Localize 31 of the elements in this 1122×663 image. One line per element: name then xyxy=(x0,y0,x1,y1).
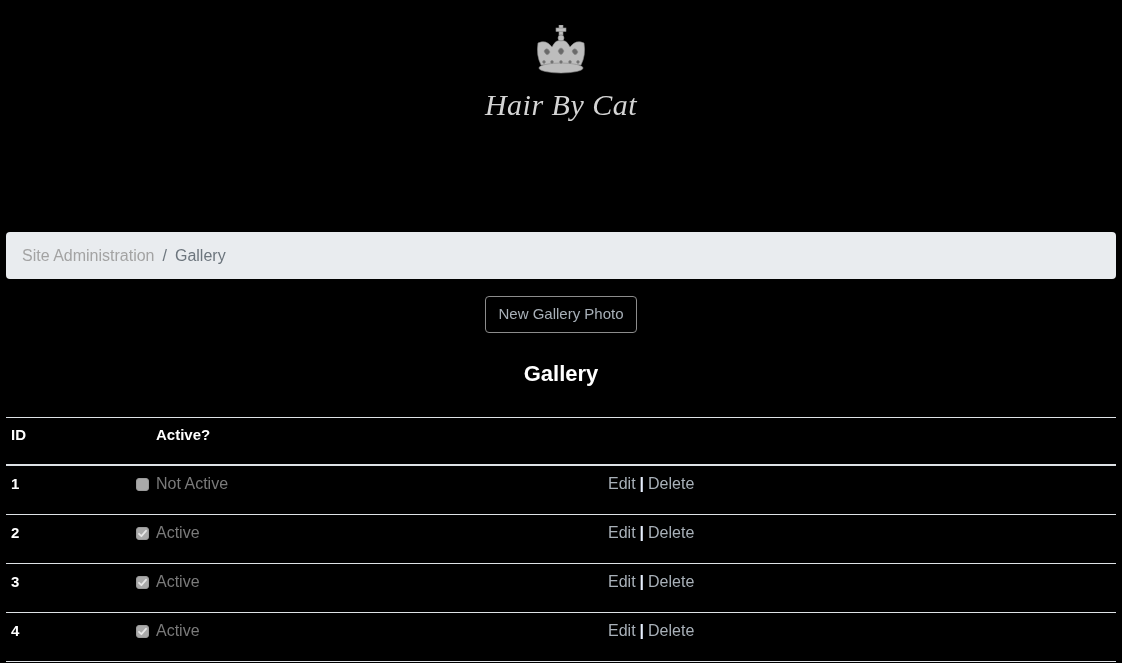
breadcrumb-current: Gallery xyxy=(174,245,226,266)
status-label: Not Active xyxy=(156,474,229,494)
edit-link[interactable]: Edit xyxy=(608,619,636,643)
checkbox[interactable] xyxy=(136,624,149,638)
page-heading: Gallery xyxy=(523,359,599,388)
delete-link[interactable]: Delete xyxy=(648,570,695,594)
new-gallery-photo-button[interactable]: New Gallery Photo xyxy=(485,296,637,333)
delete-link[interactable]: Delete xyxy=(648,521,695,545)
checkbox[interactable] xyxy=(136,477,149,491)
edit-link[interactable]: Edit xyxy=(608,472,636,496)
column-header: ID xyxy=(11,426,26,443)
row-id: 3 xyxy=(11,573,20,590)
status-label: Active xyxy=(156,572,200,592)
link-separator: | xyxy=(639,621,645,641)
checkbox[interactable] xyxy=(136,575,149,589)
column-header: Active? xyxy=(156,426,211,443)
link-separator: | xyxy=(639,523,645,543)
link-separator: | xyxy=(639,474,645,494)
row-id: 2 xyxy=(11,524,20,541)
checkbox[interactable] xyxy=(136,526,149,540)
row-id: 4 xyxy=(11,622,20,639)
breadcrumb-separator: / xyxy=(161,245,168,266)
edit-link[interactable]: Edit xyxy=(608,521,636,545)
logo-text: Hair By Cat xyxy=(484,87,638,123)
delete-link[interactable]: Delete xyxy=(648,619,695,643)
edit-link[interactable]: Edit xyxy=(608,570,636,594)
link-separator: | xyxy=(639,572,645,592)
status-label: Active xyxy=(156,621,200,641)
row-id: 1 xyxy=(11,475,20,492)
delete-link[interactable]: Delete xyxy=(648,472,695,496)
status-label: Active xyxy=(156,523,200,543)
